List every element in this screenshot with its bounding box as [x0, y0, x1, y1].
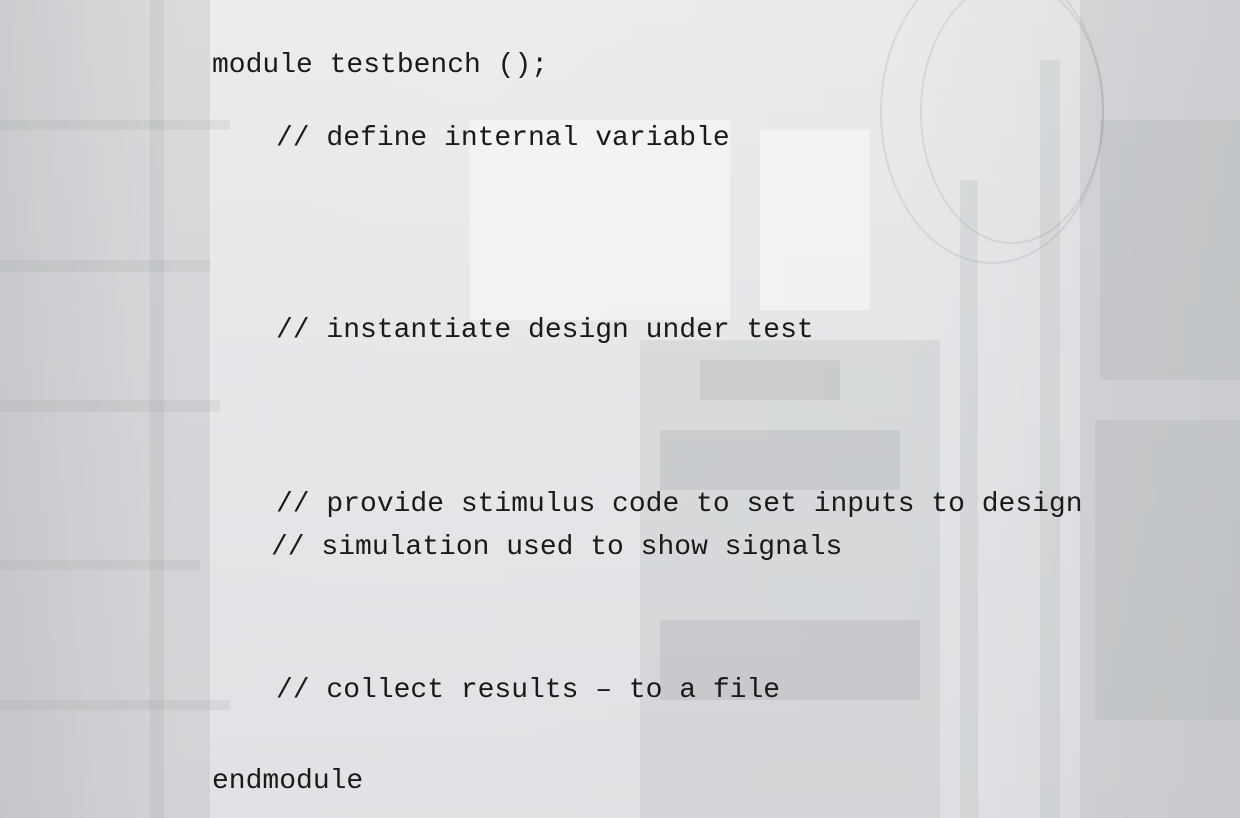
bg-window — [760, 130, 870, 310]
code-comment-stimulus: // provide stimulus code to set inputs t… — [276, 489, 1083, 520]
bg-rack-right-inner — [1100, 120, 1240, 380]
bg-shelf-board — [0, 260, 210, 272]
code-line-endmodule: endmodule — [212, 766, 364, 797]
bg-rack-right-inner — [1095, 420, 1240, 720]
bg-shelf-board — [0, 400, 220, 412]
bg-shelf-board — [0, 700, 230, 710]
bg-machine-panel — [660, 430, 900, 490]
bg-shelf-board — [0, 120, 230, 130]
code-comment-collect: // collect results – to a file — [276, 675, 781, 706]
bg-post — [150, 0, 164, 818]
code-line-module: module testbench (); — [212, 50, 549, 81]
bg-machine-panel — [700, 360, 840, 400]
bg-machine — [640, 340, 940, 818]
bg-shelf-board — [0, 560, 200, 570]
code-comment-define: // define internal variable — [276, 123, 730, 154]
code-comment-simulation: // simulation used to show signals — [271, 532, 843, 563]
code-comment-instantiate: // instantiate design under test — [276, 315, 814, 346]
